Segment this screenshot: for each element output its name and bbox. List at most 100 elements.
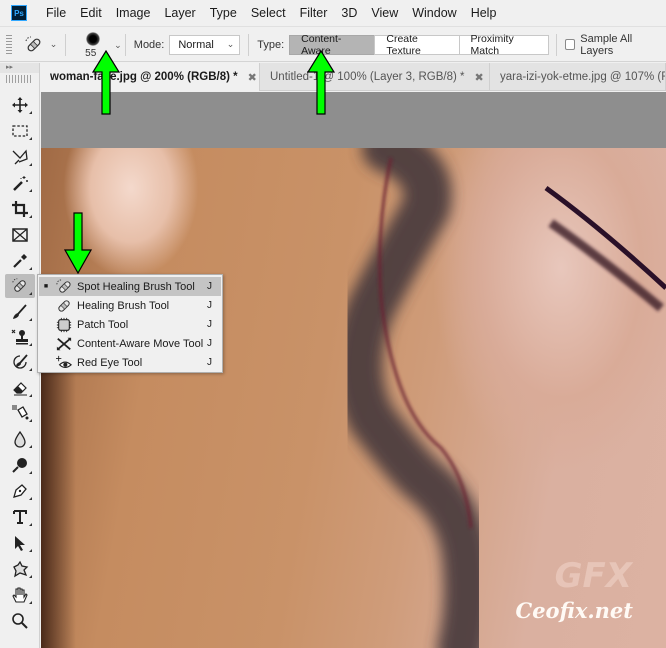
menu-3d[interactable]: 3D [341,6,357,20]
flyout-indicator [29,497,32,500]
flyout-item-patch[interactable]: Patch Tool J [39,315,221,334]
marquee-tool[interactable] [5,119,35,143]
frame-icon [12,228,28,242]
menu-view[interactable]: View [371,6,398,20]
flyout-indicator [29,343,32,346]
paint-bucket-icon [12,405,29,420]
tab-untitled-1[interactable]: Untitled-1 @ 100% (Layer 3, RGB/8) * ✖ [260,63,490,91]
type-proximity-match-button[interactable]: Proximity Match [458,33,550,57]
divider [248,33,250,56]
tab-label: woman-face.jpg @ 200% (RGB/8) * [50,71,238,83]
flyout-indicator [29,137,32,140]
custom-shape-icon [13,560,29,578]
flyout-indicator [29,111,32,114]
flyout-item-spot-healing-brush[interactable]: ■ Spot Healing Brush Tool J [39,277,221,296]
mode-value: Normal [178,38,214,51]
zoom-tool[interactable] [5,609,35,633]
spot-healing-tool[interactable] [5,274,35,298]
menu-type[interactable]: Type [210,6,237,20]
menu-filter[interactable]: Filter [300,6,328,20]
shortcut-key: J [207,319,212,330]
photoshop-logo: Ps [11,5,27,21]
magic-wand-tool[interactable] [5,171,35,195]
flyout-indicator [29,368,32,371]
patch-icon [56,317,72,332]
flyout-indicator [29,471,32,474]
custom-shape-tool[interactable] [5,557,35,581]
flyout-item-red-eye[interactable]: Red Eye Tool J [39,353,221,372]
sample-all-layers-checkbox[interactable] [565,39,576,50]
close-icon[interactable]: ✖ [474,71,483,84]
frame-tool[interactable] [5,223,35,247]
tools-panel-collapse-button[interactable]: ▸▸ [0,63,39,73]
tools-panel-grip[interactable] [6,75,33,83]
eyedropper-tool[interactable] [5,249,35,273]
mode-select[interactable]: Normal ⌄ [169,34,241,55]
shortcut-key: J [207,338,212,349]
annotation-arrow-down-flyout [64,212,92,274]
tool-preset-picker[interactable] [24,34,44,56]
flyout-indicator [29,523,32,526]
crop-tool[interactable] [5,197,35,221]
red-eye-icon [56,355,72,368]
flyout-indicator [29,163,32,166]
tab-label: Untitled-1 @ 100% (Layer 3, RGB/8) * [270,71,465,83]
flyout-item-label: Spot Healing Brush Tool [77,280,195,293]
type-create-texture-button[interactable]: Create Texture [374,33,460,57]
flyout-indicator [29,267,32,270]
pen-icon [13,484,27,498]
photo-woman-face[interactable]: GFX Ceofix.net [41,148,666,648]
magnifier-icon [12,613,28,629]
pen-tool[interactable] [5,479,35,503]
brush-tool[interactable] [5,300,35,324]
lasso-tool[interactable] [5,145,35,169]
tab-yara-izi-yok-etme[interactable]: yara-izi-yok-etme.jpg @ 107% (RGB/8) * [490,63,666,91]
type-tool[interactable] [5,505,35,529]
polygonal-lasso-icon [12,149,28,165]
healing-brush-icon [58,299,70,312]
flyout-indicator [29,601,32,604]
flyout-item-content-aware-move[interactable]: Content-Aware Move Tool J [39,334,221,353]
history-brush-icon [13,354,28,369]
dodge-tool[interactable] [5,453,35,477]
flyout-item-healing-brush[interactable]: Healing Brush Tool J [39,296,221,315]
menu-window[interactable]: Window [412,6,456,20]
path-selection-tool[interactable] [5,531,35,555]
brush-icon [13,304,27,319]
menu-help[interactable]: Help [471,6,497,20]
menu-select[interactable]: Select [251,6,286,20]
content-aware-move-icon [56,337,72,350]
divider [65,33,67,56]
arrow-pointer-icon [15,536,25,551]
flyout-indicator [29,318,32,321]
crop-icon [12,201,28,217]
menu-edit[interactable]: Edit [80,6,102,20]
eyedropper-icon [13,254,27,268]
watermark-logo: GFX [554,556,632,596]
menu-layer[interactable]: Layer [164,6,195,20]
tool-preset-chevron-icon[interactable]: ⌄ [50,39,58,50]
healing-tools-flyout: ■ Spot Healing Brush Tool J Healing Brus… [37,274,223,373]
spot-healing-brush-icon [12,278,26,292]
shortcut-key: J [207,357,212,368]
hand-tool[interactable] [5,583,35,607]
move-tool[interactable] [5,93,35,117]
blur-tool[interactable] [5,427,35,451]
flyout-indicator [29,549,32,552]
close-icon[interactable]: ✖ [248,71,257,84]
history-brush-tool[interactable] [5,350,35,374]
brush-picker-chevron-icon[interactable]: ⌄ [114,40,122,51]
magic-wand-icon [13,176,28,191]
dodge-icon [12,458,27,473]
sample-all-layers-label[interactable]: Sample All Layers [580,33,661,57]
clone-stamp-tool[interactable] [5,325,35,349]
tab-woman-face[interactable]: woman-face.jpg @ 200% (RGB/8) * ✖ [40,63,260,91]
paint-bucket-tool[interactable] [5,401,35,425]
menu-image[interactable]: Image [116,6,151,20]
annotation-arrow-up-content-aware [307,50,335,115]
move-icon [12,97,28,113]
menu-file[interactable]: File [46,6,66,20]
type-icon [13,510,27,524]
options-bar-grip[interactable] [6,34,12,55]
eraser-tool[interactable] [5,376,35,400]
